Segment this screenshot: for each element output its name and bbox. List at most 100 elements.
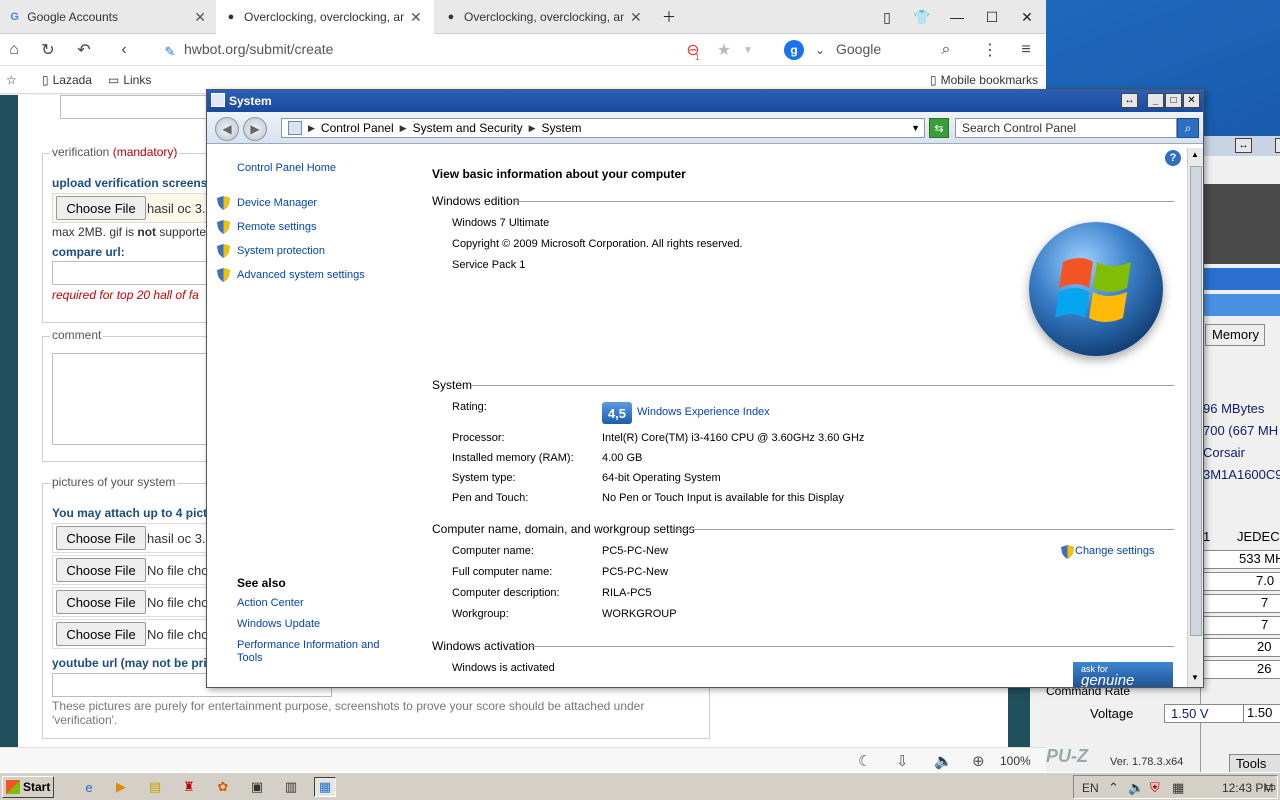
network-icon[interactable]: ▦ (1172, 780, 1184, 796)
mobile-bookmarks[interactable]: ▯ Mobile bookmarks (930, 73, 1038, 87)
experience-index-link[interactable]: Windows Experience Index (637, 406, 770, 418)
undo-icon[interactable]: ↶ (74, 40, 94, 60)
text-input[interactable] (60, 95, 220, 119)
search-input[interactable]: Search Control Panel (955, 118, 1177, 138)
tray-up-icon[interactable]: ⌃ (1108, 780, 1119, 796)
maximize-button[interactable]: ☐ (975, 0, 1009, 34)
forward-icon[interactable]: ▶ (243, 117, 267, 141)
remote-settings-link[interactable]: Remote settings (237, 221, 316, 233)
chevron-down-icon[interactable]: ⌄ (810, 40, 830, 60)
cpuz-memory-tab[interactable]: Memory (1205, 324, 1265, 346)
download-icon[interactable]: ⇩ (896, 752, 909, 770)
zoom-icon[interactable]: ⊕ (972, 752, 985, 770)
action-center-link[interactable]: Action Center (237, 597, 304, 609)
volume-icon[interactable]: 🔈 (934, 752, 953, 770)
search-icon[interactable]: ⌕ (1177, 118, 1199, 138)
app-icon[interactable]: ♜ (178, 777, 200, 797)
skin-icon[interactable]: 👕 (905, 0, 939, 34)
explorer-icon[interactable]: ▤ (144, 777, 166, 797)
edition-section-title: Windows edition (432, 194, 520, 208)
bookmark-links[interactable]: ▭ Links (108, 73, 151, 87)
zoom-level[interactable]: 100% (1000, 754, 1031, 768)
volume-icon[interactable]: 🔈 (1128, 780, 1144, 796)
close-tab-icon[interactable]: ✕ (410, 9, 422, 26)
show-desktop-icon[interactable]: ▭ (1264, 779, 1276, 795)
shield-icon (1061, 545, 1074, 559)
help-icon[interactable]: ? (1165, 150, 1181, 166)
control-panel-home-link[interactable]: Control Panel Home (237, 162, 336, 174)
breadcrumb-item[interactable]: Control Panel (321, 121, 394, 135)
scroll-down-icon[interactable]: ▼ (1191, 673, 1199, 682)
restore-icon[interactable]: ↔ (1235, 138, 1252, 153)
choose-file-button[interactable]: Choose File (56, 622, 146, 646)
close-button[interactable]: ✕ (1183, 93, 1200, 108)
block-icon[interactable]: ⊖ (683, 40, 703, 60)
chevron-down-icon[interactable]: ▼ (911, 123, 920, 133)
tab-overclocking[interactable]: ● Overclocking, overclocking, and more ✕ (436, 0, 654, 34)
back-icon[interactable]: ‹ (114, 40, 134, 60)
choose-file-button[interactable]: Choose File (56, 526, 146, 550)
back-icon[interactable]: ◀ (215, 117, 239, 141)
bookmark-label: Mobile bookmarks (940, 73, 1038, 87)
search-engine-icon[interactable]: g (784, 40, 804, 60)
comment-legend: comment (50, 328, 104, 342)
comment-textarea[interactable] (52, 353, 208, 445)
cpuz-tools-button[interactable]: Tools (1229, 754, 1280, 772)
genuine-badge[interactable]: ask for genuine (1073, 662, 1173, 687)
minimize-button[interactable]: — (940, 0, 974, 34)
advanced-system-settings-link[interactable]: Advanced system settings (237, 269, 365, 281)
night-mode-icon[interactable]: ☾ (858, 752, 871, 770)
reload-icon[interactable]: ↻ (38, 40, 58, 60)
system-protection-link[interactable]: System protection (237, 245, 325, 257)
close-icon[interactable]: ✕ (1275, 138, 1280, 153)
reader-icon[interactable]: ▯ (870, 0, 904, 34)
scrollbar-thumb[interactable] (1190, 166, 1202, 636)
breadcrumb-item[interactable]: System (542, 121, 582, 135)
system-section-title: System (432, 378, 473, 392)
close-tab-icon[interactable]: ✕ (630, 9, 642, 26)
device-manager-link[interactable]: Device Manager (237, 197, 317, 209)
vertical-scrollbar[interactable]: ▲ ▼ (1187, 148, 1203, 687)
close-tab-icon[interactable]: ✕ (194, 9, 206, 26)
search-icon[interactable]: ⌕ (936, 40, 956, 60)
ie-icon[interactable]: e (78, 777, 100, 797)
star-icon[interactable]: ★ (714, 40, 734, 60)
edition-name: Windows 7 Ultimate (452, 217, 550, 229)
restore-icon[interactable]: ↔ (1121, 93, 1138, 108)
new-tab-button[interactable]: ＋ (652, 0, 686, 34)
star-icon[interactable]: ☆ (6, 73, 17, 87)
change-settings-link[interactable]: Change settings (1075, 545, 1155, 557)
system-window: System ↔ _ □ ✕ ◀ ▶ ▶ Control Panel ▶ Sys… (206, 89, 1204, 688)
close-button[interactable]: ✕ (1010, 0, 1044, 34)
choose-file-button[interactable]: Choose File (56, 196, 146, 220)
bookmark-lazada[interactable]: ▯ Lazada (42, 73, 92, 87)
performance-info-link[interactable]: Performance Information and Tools (237, 639, 387, 665)
start-button[interactable]: Start (2, 776, 54, 798)
language-indicator[interactable]: EN (1082, 781, 1099, 795)
choose-file-button[interactable]: Choose File (56, 590, 146, 614)
minimize-button[interactable]: _ (1147, 93, 1164, 108)
choose-file-button[interactable]: Choose File (56, 558, 146, 582)
home-icon[interactable]: ⌂ (4, 40, 24, 60)
chevron-down-icon[interactable]: ▼ (738, 40, 758, 60)
windows-logo-icon (6, 780, 20, 794)
window-icon[interactable]: ▣ (246, 777, 268, 797)
system-taskbar-icon[interactable]: ▦ (314, 777, 336, 797)
breadcrumb[interactable]: ▶ Control Panel ▶ System and Security ▶ … (281, 118, 925, 138)
windows-update-link[interactable]: Windows Update (237, 618, 320, 630)
refresh-icon[interactable]: ⇆ (929, 118, 949, 138)
more-icon[interactable]: ⋮ (980, 40, 1000, 60)
maximize-button[interactable]: □ (1165, 93, 1182, 108)
browser-icon[interactable]: ✿ (212, 777, 234, 797)
breadcrumb-item[interactable]: System and Security (413, 121, 523, 135)
security-icon[interactable]: ⛨ (1150, 780, 1160, 796)
experience-index-badge[interactable]: 4,5 (602, 402, 632, 424)
url-bar[interactable]: hwbot.org/submit/create (184, 41, 333, 57)
menu-icon[interactable]: ≡ (1016, 40, 1036, 60)
cpuz-icon[interactable]: ▥ (280, 777, 302, 797)
tab-overclocking-active[interactable]: ● Overclocking, overclocking, and more ✕ (216, 0, 434, 34)
scroll-up-icon[interactable]: ▲ (1191, 150, 1199, 159)
media-player-icon[interactable]: ▶ (110, 777, 132, 797)
tab-google-accounts[interactable]: G Google Accounts ✕ (0, 0, 214, 34)
compare-url-input[interactable] (52, 261, 208, 285)
